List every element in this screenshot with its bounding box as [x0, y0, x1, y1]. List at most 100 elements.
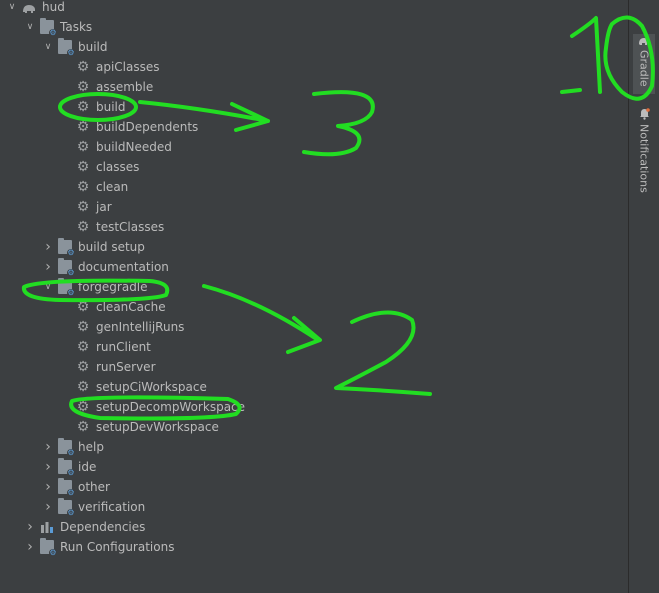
- chevron-right-icon[interactable]: ›: [42, 457, 54, 477]
- tree-node-label: runServer: [96, 360, 156, 374]
- folder-cog-icon: ⚙: [58, 478, 75, 497]
- tree-node[interactable]: › ⚙ ide: [0, 457, 620, 477]
- folder-cog-icon: ⚙: [58, 438, 75, 457]
- tree-node-label: build: [96, 100, 126, 114]
- task-item[interactable]: ⚙ cleanCache: [0, 297, 620, 317]
- tree-node-label: clean: [96, 180, 129, 194]
- tree-node-label: forgegradle: [78, 280, 148, 294]
- tree-node[interactable]: › ⚙ build setup: [0, 237, 620, 257]
- folder-cog-icon: ⚙: [58, 498, 75, 517]
- chevron-right-icon[interactable]: ›: [42, 437, 54, 457]
- task-item[interactable]: ⚙ setupDevWorkspace: [0, 417, 620, 437]
- tree-node-label: cleanCache: [96, 300, 166, 314]
- cog-badge-icon: ⚙: [49, 28, 57, 37]
- cog-badge-icon: ⚙: [67, 288, 75, 297]
- cog-badge-icon: ⚙: [67, 508, 75, 517]
- gear-icon: ⚙: [76, 419, 90, 435]
- task-item[interactable]: ⚙ runClient: [0, 337, 620, 357]
- tree-node-label: buildDependents: [96, 120, 199, 134]
- folder-cog-icon: ⚙: [58, 238, 75, 257]
- tree-node-label: documentation: [78, 260, 169, 274]
- gradle-task-tree: ∨ hud ∨ ⚙ Tasks ∨ ⚙ build ⚙ apiClasses ⚙ assemble ⚙ b…: [0, 0, 628, 593]
- gear-icon: ⚙: [76, 379, 90, 395]
- task-item[interactable]: ⚙ jar: [0, 197, 620, 217]
- task-item[interactable]: ⚙ buildDependents: [0, 117, 620, 137]
- tree-node-label: jar: [96, 200, 112, 214]
- task-item[interactable]: ⚙ assemble: [0, 77, 620, 97]
- folder-cog-icon: ⚙: [58, 278, 75, 297]
- gear-icon: ⚙: [76, 119, 90, 135]
- right-tool-strip: Gradle Notifications: [628, 0, 659, 593]
- tree-node-label: setupDecompWorkspace: [96, 400, 246, 414]
- tree-node-label: classes: [96, 160, 140, 174]
- cog-badge-icon: ⚙: [67, 248, 75, 257]
- cog-badge-icon: ⚙: [67, 268, 75, 277]
- task-item[interactable]: ⚙ build: [0, 97, 620, 117]
- folder-cog-icon: ⚙: [58, 458, 75, 477]
- folder-cog-icon: ⚙: [58, 38, 75, 57]
- tree-node-label: runClient: [96, 340, 151, 354]
- chevron-right-icon[interactable]: ›: [42, 477, 54, 497]
- cog-badge-icon: ⚙: [67, 488, 75, 497]
- chevron-down-icon[interactable]: ∨: [24, 17, 36, 37]
- tree-node-label: setupDevWorkspace: [96, 420, 219, 434]
- chevron-down-icon[interactable]: ∨: [42, 277, 54, 297]
- chevron-right-icon[interactable]: ›: [42, 237, 54, 257]
- tree-node-label: assemble: [96, 80, 154, 94]
- tree-node[interactable]: › ⚙ other: [0, 477, 620, 497]
- tree-node-label: other: [78, 480, 110, 494]
- tree-node-label: help: [78, 440, 104, 454]
- tree-node[interactable]: › ⚙ documentation: [0, 257, 620, 277]
- task-item[interactable]: ⚙ setupDecompWorkspace: [0, 397, 620, 417]
- cog-badge-icon: ⚙: [67, 448, 75, 457]
- task-item[interactable]: ⚙ classes: [0, 157, 620, 177]
- task-item[interactable]: ⚙ clean: [0, 177, 620, 197]
- elephant-icon: [639, 38, 649, 45]
- tree-node[interactable]: ∨ ⚙ forgegradle: [0, 277, 620, 297]
- elephant-icon: [22, 0, 36, 14]
- tree-node-label: verification: [78, 500, 146, 514]
- tree-node-label: Dependencies: [60, 520, 146, 534]
- chevron-down-icon[interactable]: ∨: [42, 37, 54, 57]
- gear-icon: ⚙: [76, 319, 90, 335]
- tree-node-label: testClasses: [96, 220, 165, 234]
- gear-icon: ⚙: [76, 79, 90, 95]
- task-item[interactable]: ⚙ runServer: [0, 357, 620, 377]
- tree-node-label: buildNeeded: [96, 140, 172, 154]
- gear-icon: ⚙: [76, 99, 90, 115]
- tree-node[interactable]: › ⚙ help: [0, 437, 620, 457]
- tree-node[interactable]: ∨ hud: [0, 0, 620, 17]
- chevron-right-icon[interactable]: ›: [24, 537, 36, 557]
- bell-icon: [639, 108, 650, 120]
- cog-badge-icon: ⚙: [67, 468, 75, 477]
- tree-node-label: Tasks: [60, 20, 93, 34]
- tree-node[interactable]: › ⚙ verification: [0, 497, 620, 517]
- task-item[interactable]: ⚙ buildNeeded: [0, 137, 620, 157]
- task-item[interactable]: ⚙ setupCiWorkspace: [0, 377, 620, 397]
- gear-icon: ⚙: [76, 59, 90, 75]
- dependencies-icon: [40, 520, 54, 534]
- chevron-right-icon[interactable]: ›: [42, 497, 54, 517]
- chevron-right-icon[interactable]: ›: [24, 517, 36, 537]
- tree-node[interactable]: ∨ ⚙ build: [0, 37, 620, 57]
- gear-icon: ⚙: [76, 399, 90, 415]
- task-item[interactable]: ⚙ genIntellijRuns: [0, 317, 620, 337]
- notifications-tool-tab[interactable]: Notifications: [633, 108, 655, 193]
- tree-node-label: hud: [42, 0, 65, 14]
- gear-icon: ⚙: [76, 179, 90, 195]
- tree-node[interactable]: ∨ ⚙ Tasks: [0, 17, 620, 37]
- gear-icon: ⚙: [76, 159, 90, 175]
- chevron-right-icon[interactable]: ›: [42, 257, 54, 277]
- gradle-tool-tab[interactable]: Gradle: [633, 34, 655, 94]
- task-item[interactable]: ⚙ apiClasses: [0, 57, 620, 77]
- gear-icon: ⚙: [76, 199, 90, 215]
- tree-node[interactable]: › Dependencies: [0, 517, 620, 537]
- task-item[interactable]: ⚙ testClasses: [0, 217, 620, 237]
- cog-badge-icon: ⚙: [49, 548, 57, 557]
- folder-cog-icon: ⚙: [58, 258, 75, 277]
- gear-icon: ⚙: [76, 299, 90, 315]
- cog-badge-icon: ⚙: [67, 48, 75, 57]
- chevron-down-icon[interactable]: ∨: [6, 0, 18, 17]
- tree-node[interactable]: › ⚙ Run Configurations: [0, 537, 620, 557]
- notifications-tab-label: Notifications: [637, 124, 651, 193]
